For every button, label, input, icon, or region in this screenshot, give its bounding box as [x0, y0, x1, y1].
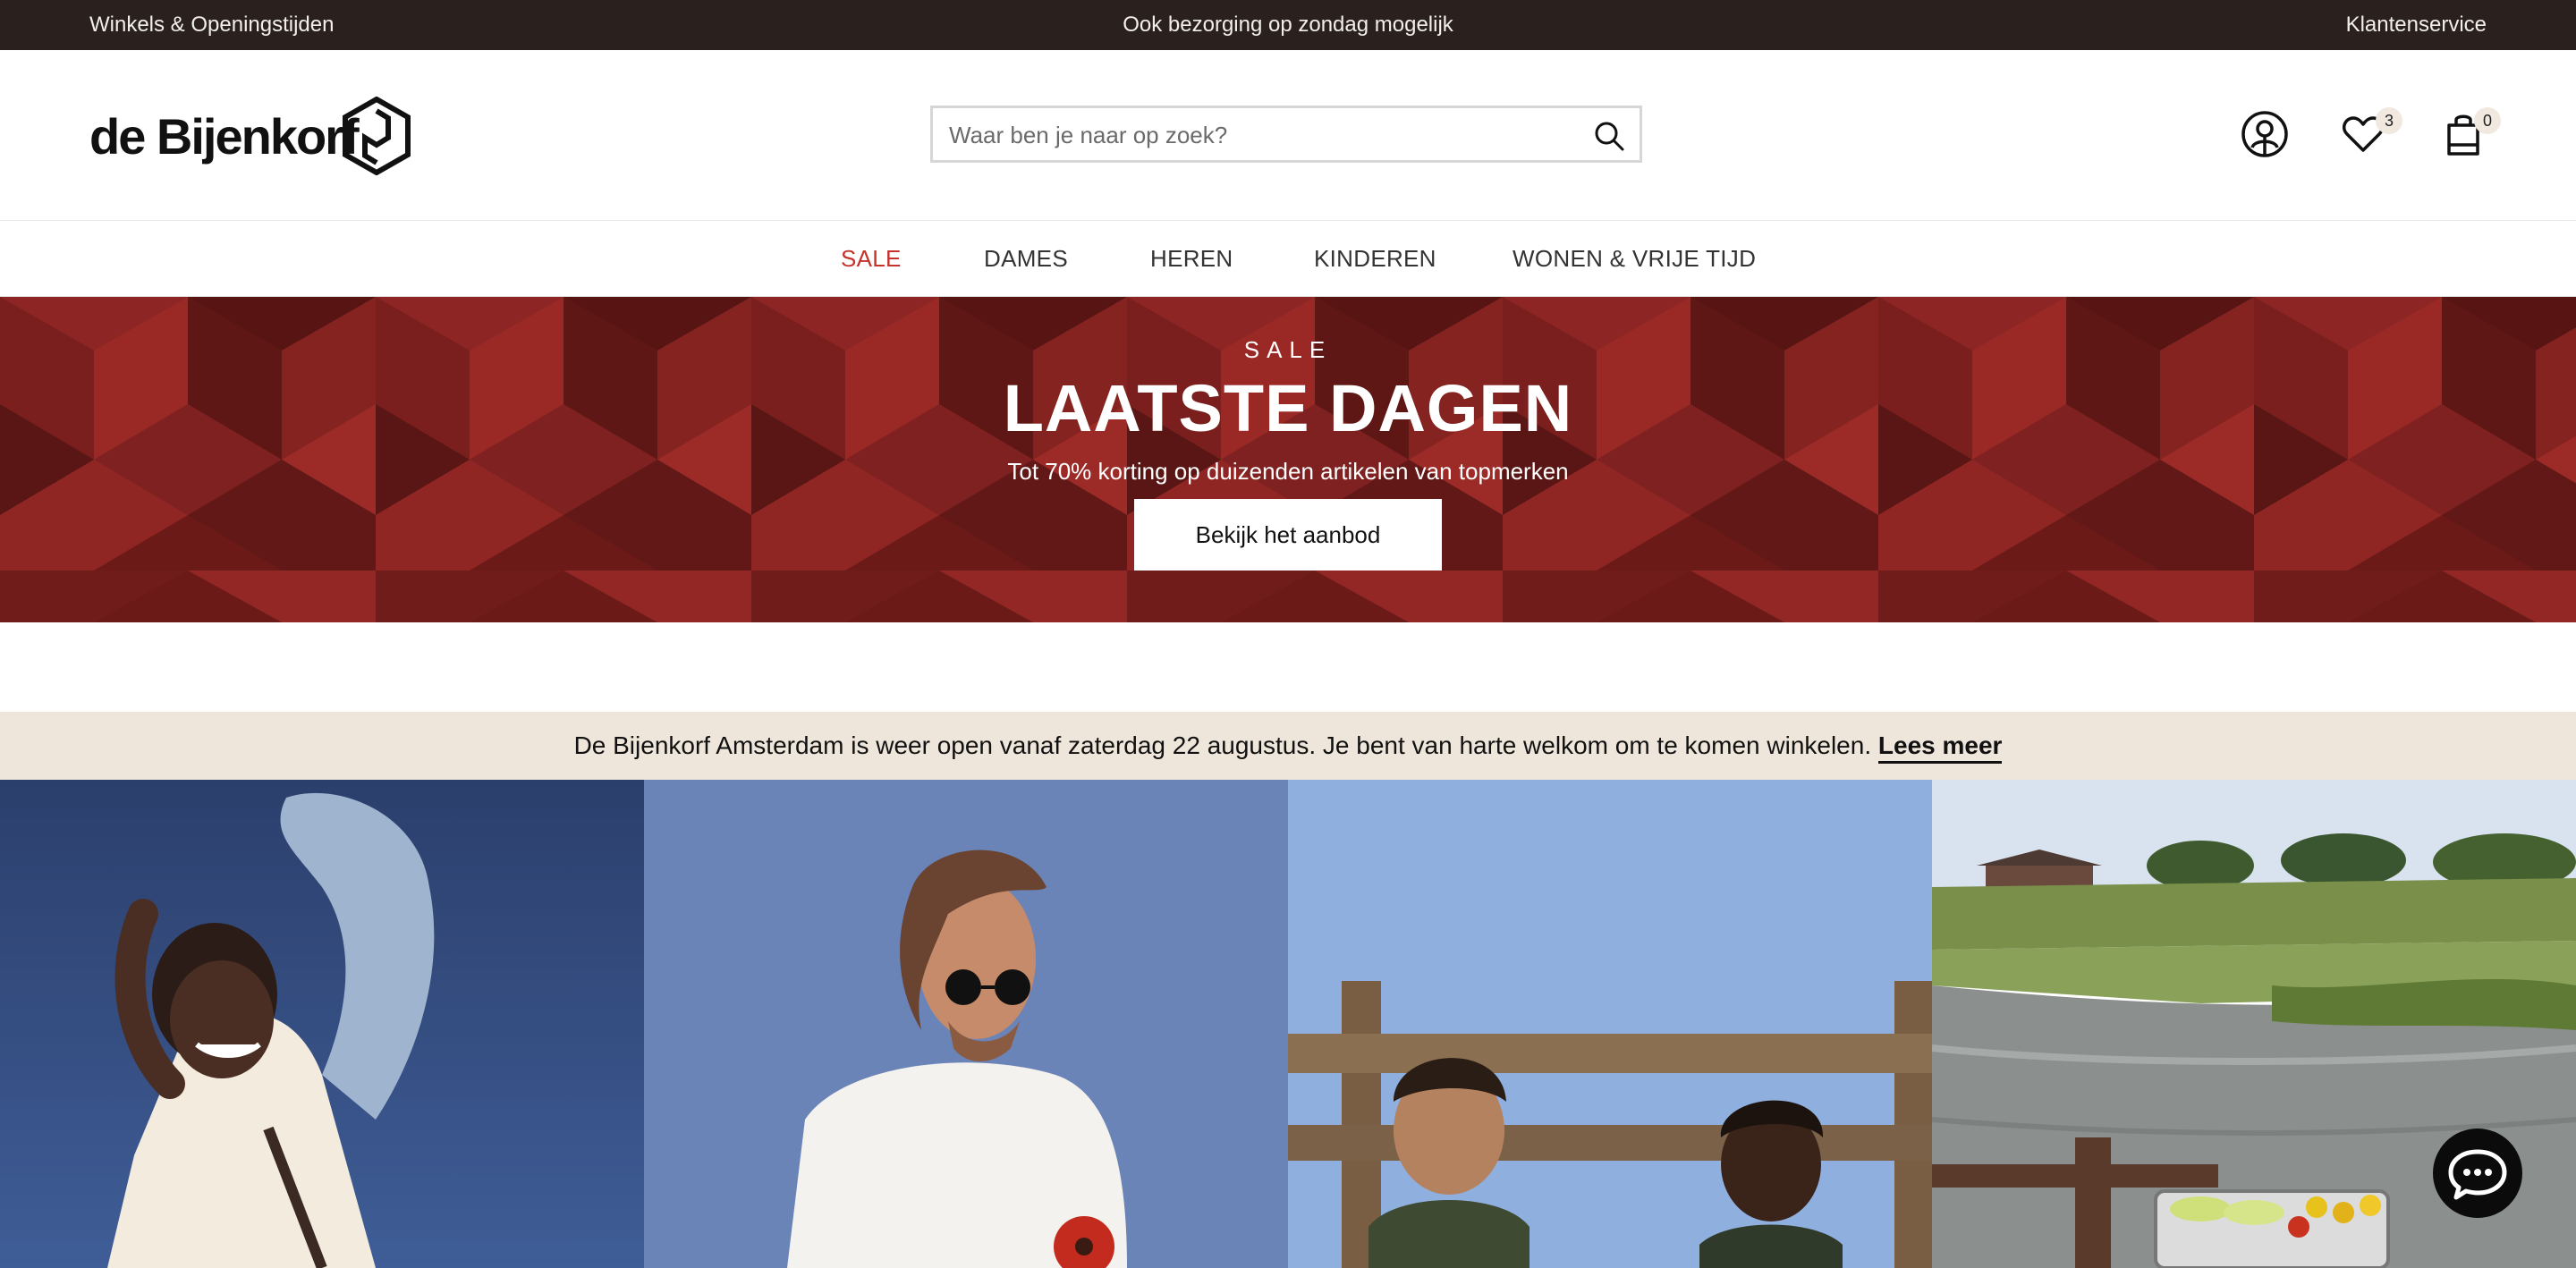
nav-item-dames[interactable]: DAMES: [984, 221, 1068, 296]
tile-men[interactable]: [644, 780, 1288, 1268]
hero-subtitle: Tot 70% korting op duizenden artikelen v…: [1007, 458, 1569, 485]
customer-service-link[interactable]: Klantenservice: [2346, 0, 2487, 50]
top-bar: Winkels & Openingstijden Ook bezorging o…: [0, 0, 2576, 50]
main-nav: SALE DAMES HEREN KINDEREN WONEN & VRIJE …: [0, 221, 2576, 297]
tile-women[interactable]: [0, 780, 644, 1268]
category-tiles: [0, 780, 2576, 1268]
men-fashion-image: [644, 780, 1288, 1268]
wishlist-button[interactable]: 3: [2338, 107, 2402, 159]
nav-item-kinderen[interactable]: KINDEREN: [1314, 221, 1436, 296]
hero-headline: LAATSTE DAGEN: [1003, 371, 1573, 445]
cart-count-badge: 0: [2474, 107, 2501, 134]
chat-icon: [2448, 1149, 2507, 1200]
cart-button[interactable]: 0: [2438, 107, 2501, 159]
view-offer-button[interactable]: Bekijk het aanbod: [1134, 499, 1442, 571]
delivery-notice: Ook bezorging op zondag mogelijk: [1123, 13, 1453, 37]
chat-button[interactable]: [2433, 1129, 2522, 1218]
logo-hexagon-icon: [343, 97, 411, 175]
women-fashion-image: [0, 780, 644, 1268]
read-more-link[interactable]: Lees meer: [1877, 731, 2003, 764]
nav-item-heren[interactable]: HEREN: [1150, 221, 1233, 296]
search-icon[interactable]: [1593, 120, 1625, 152]
tile-kids[interactable]: [1288, 780, 1932, 1268]
wishlist-count-badge: 3: [2376, 107, 2402, 134]
search-input[interactable]: [947, 108, 1577, 162]
logo[interactable]: de Bijenkorf: [89, 97, 429, 175]
site-header: de Bijenkorf 3: [0, 50, 2576, 221]
search-box: [930, 106, 1642, 163]
nav-item-wonen-vrije-tijd[interactable]: WONEN & VRIJE TIJD: [1513, 221, 1756, 296]
sale-hero-banner: SALE LAATSTE DAGEN Tot 70% korting op du…: [0, 297, 2576, 622]
notice-text: De Bijenkorf Amsterdam is weer open vana…: [573, 731, 1872, 759]
store-reopening-notice: De Bijenkorf Amsterdam is weer open vana…: [0, 712, 2576, 780]
hero-kicker: SALE: [1243, 336, 1333, 363]
kids-fashion-image: [1288, 780, 1932, 1268]
logo-wordmark: de Bijenkorf: [89, 108, 360, 165]
account-button[interactable]: [2240, 109, 2290, 159]
user-icon: [2241, 111, 2288, 157]
nav-item-sale[interactable]: SALE: [841, 221, 902, 296]
